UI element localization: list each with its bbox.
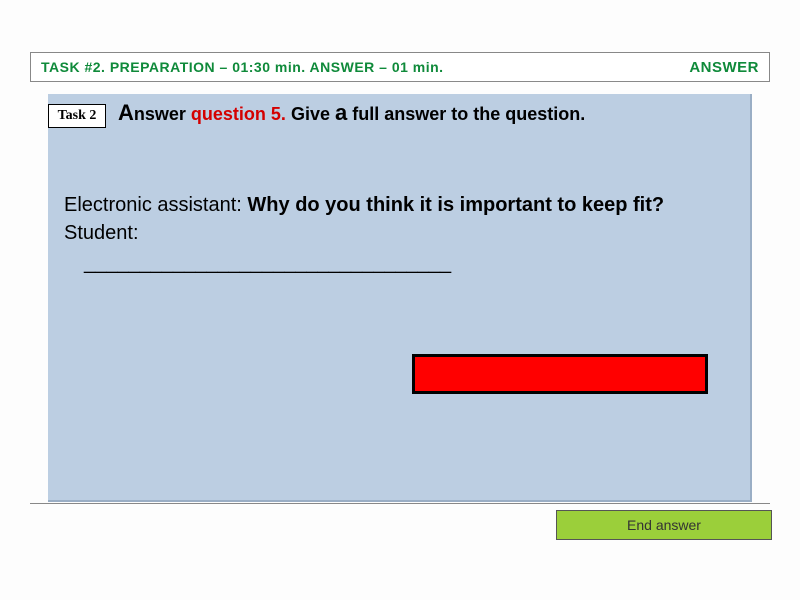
divider <box>30 503 770 504</box>
header-phase: ANSWER <box>689 59 759 76</box>
student-label: Student: <box>64 220 724 246</box>
answer-blank: _________________________________ <box>64 250 724 276</box>
end-answer-button[interactable]: End answer <box>556 510 772 540</box>
task-badge: Task 2 <box>48 104 106 128</box>
question-text: Why do you think it is important to keep… <box>247 194 664 216</box>
instruction-cap2: a <box>335 100 347 125</box>
instruction-text: Answer question 5. Give a full answer to… <box>118 100 585 126</box>
question-block: Electronic assistant: Why do you think i… <box>64 192 724 276</box>
instruction-part2: Give <box>286 104 335 124</box>
progress-bar <box>412 354 708 394</box>
instruction-part1: nswer <box>134 104 191 124</box>
header-task-info: TASK #2. PREPARATION – 01:30 min. ANSWER… <box>41 59 444 75</box>
instruction-part3: full answer to the question. <box>347 104 585 124</box>
instruction-red: question 5. <box>191 104 286 124</box>
header-bar: TASK #2. PREPARATION – 01:30 min. ANSWER… <box>30 52 770 82</box>
assistant-label: Electronic assistant: <box>64 194 247 216</box>
instruction-cap: A <box>118 100 134 125</box>
main-panel <box>48 94 752 502</box>
question-line: Electronic assistant: Why do you think i… <box>64 192 724 218</box>
